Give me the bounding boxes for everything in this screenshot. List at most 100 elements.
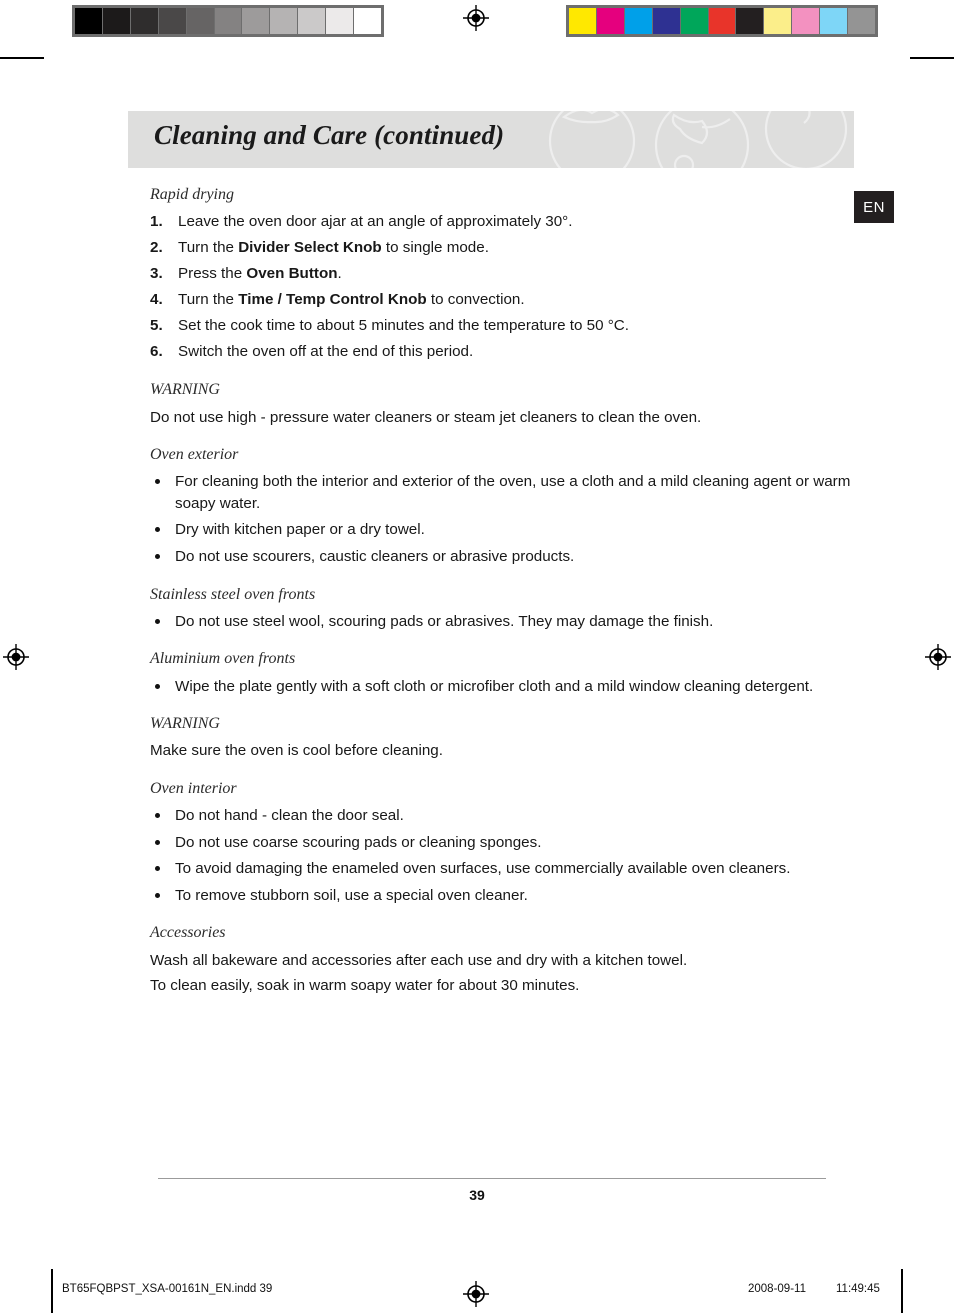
grayscale-step-wedge [72, 5, 384, 37]
language-tab-en: EN [854, 191, 894, 223]
step-text: Press the Oven Button. [178, 265, 342, 283]
list-item: 3. Press the Oven Button. [150, 263, 856, 285]
oven-interior-bullet-list: Do not hand - clean the door seal. Do not… [150, 805, 856, 906]
step-text: Turn the Divider Select Knob to single m… [178, 239, 489, 257]
warning-1-text: Do not use high - pressure water cleaner… [150, 408, 702, 426]
footer-divider-rule [158, 1178, 826, 1179]
list-item: Wipe the plate gently with a soft cloth … [150, 676, 856, 698]
bullet-text: For cleaning both the interior and exter… [175, 473, 851, 512]
bullet-icon [155, 892, 160, 898]
language-tab-label: EN [863, 198, 885, 216]
bullet-text: Do not use steel wool, scouring pads or … [175, 612, 714, 630]
section-heading-warning-1: WARNING [150, 381, 220, 399]
color-patch [848, 8, 875, 34]
section-heading-warning-2: WARNING [150, 715, 220, 733]
list-item: For cleaning both the interior and exter… [150, 471, 856, 514]
color-patch [652, 8, 681, 34]
rapid-drying-step-list: 1. Leave the oven door ajar at an angle o… [150, 211, 856, 363]
bullet-icon [155, 527, 160, 533]
step-text: Set the cook time to about 5 minutes and… [178, 317, 629, 335]
section-heading-accessories: Accessories [150, 924, 226, 942]
bullet-icon [155, 554, 160, 560]
bullet-icon [155, 618, 160, 624]
aluminium-bullet-list: Wipe the plate gently with a soft cloth … [150, 676, 856, 698]
tomato-watermark-icon [534, 111, 854, 168]
footer-file-name: BT65FQBPST_XSA-00161N_EN.indd 39 [62, 1283, 273, 1295]
gray-patch [326, 8, 355, 34]
trim-mark-bottom-right [901, 1269, 903, 1313]
gray-patch [270, 8, 299, 34]
color-patch [569, 8, 597, 34]
bullet-text: To remove stubborn soil, use a special o… [175, 886, 528, 904]
step-number: 5. [150, 317, 163, 335]
step-number: 1. [150, 213, 163, 231]
stainless-steel-bullet-list: Do not use steel wool, scouring pads or … [150, 611, 856, 633]
color-patch [624, 8, 653, 34]
oven-exterior-bullet-list: For cleaning both the interior and exter… [150, 471, 856, 567]
list-item: Do not use scourers, caustic cleaners or… [150, 546, 856, 568]
section-heading-oven-exterior: Oven exterior [150, 446, 239, 464]
step-number: 4. [150, 291, 163, 309]
gray-patch [242, 8, 271, 34]
section-heading-rapid-drying: Rapid drying [150, 186, 234, 203]
color-patch [736, 8, 765, 34]
color-patch [764, 8, 793, 34]
gray-patch [186, 8, 215, 34]
bullet-icon [155, 813, 160, 819]
list-item: 6. Switch the oven off at the end of this… [150, 341, 856, 363]
chapter-header-band: Cleaning and Care (continued) [128, 111, 854, 168]
color-patch [820, 8, 849, 34]
list-item: Do not use coarse scouring pads or clean… [150, 832, 856, 854]
list-item: 2. Turn the Divider Select Knob to single… [150, 237, 856, 259]
accessories-line-1: Wash all bakeware and accessories after … [150, 951, 688, 969]
trim-mark-bottom-left [51, 1269, 53, 1313]
gray-patch [102, 8, 131, 34]
step-number: 3. [150, 265, 163, 283]
body-content: Rapid drying 1. Leave the oven door ajar … [150, 185, 856, 1001]
list-item: 4. Turn the Time / Temp Control Knob to c… [150, 289, 856, 311]
step-text: Turn the Time / Temp Control Knob to con… [178, 291, 525, 309]
footer-time: 11:49:45 [836, 1283, 880, 1295]
bullet-text: Do not hand - clean the door seal. [175, 807, 404, 825]
footer-date: 2008-09-11 [748, 1283, 806, 1295]
bullet-icon [155, 683, 160, 689]
bullet-text: Wipe the plate gently with a soft cloth … [175, 677, 814, 695]
bullet-text: Do not use coarse scouring pads or clean… [175, 833, 542, 851]
bullet-icon [155, 866, 160, 872]
list-item: 5. Set the cook time to about 5 minutes a… [150, 315, 856, 337]
warning-2-text: Make sure the oven is cool before cleani… [150, 742, 443, 760]
registration-mark-top [463, 5, 489, 31]
gray-patch [75, 8, 103, 34]
step-text: Leave the oven door ajar at an angle of … [178, 213, 573, 231]
color-patch [792, 8, 821, 34]
bullet-text: To avoid damaging the enameled oven surf… [175, 860, 791, 878]
gray-patch [158, 8, 187, 34]
trim-mark-top-right [910, 57, 954, 59]
gray-patch [214, 8, 243, 34]
color-patch [708, 8, 737, 34]
list-item: 1. Leave the oven door ajar at an angle o… [150, 211, 856, 233]
registration-mark-left [3, 644, 29, 670]
page-title: Cleaning and Care (continued) [154, 120, 505, 150]
page-content: Cleaning and Care (continued) [128, 111, 854, 168]
section-heading-stainless-steel: Stainless steel oven fronts [150, 585, 316, 603]
section-heading-aluminium: Aluminium oven fronts [150, 650, 296, 668]
gray-patch [130, 8, 159, 34]
list-item: Do not use steel wool, scouring pads or … [150, 611, 856, 633]
gray-patch [354, 8, 381, 34]
list-item: To remove stubborn soil, use a special o… [150, 885, 856, 907]
accessories-line-2: To clean easily, soak in warm soapy wate… [150, 977, 580, 995]
list-item: To avoid damaging the enameled oven surf… [150, 858, 856, 880]
trim-mark-top-left [0, 57, 44, 59]
registration-mark-right [925, 644, 951, 670]
color-patch [596, 8, 625, 34]
step-number: 2. [150, 239, 163, 257]
list-item: Dry with kitchen paper or a dry towel. [150, 519, 856, 541]
bullet-text: Dry with kitchen paper or a dry towel. [175, 521, 425, 539]
step-number: 6. [150, 343, 163, 361]
step-text: Switch the oven off at the end of this p… [178, 343, 474, 361]
color-patch [680, 8, 709, 34]
bullet-icon [155, 839, 160, 845]
bullet-icon [155, 479, 160, 485]
cmyk-color-control-bar [566, 5, 878, 37]
